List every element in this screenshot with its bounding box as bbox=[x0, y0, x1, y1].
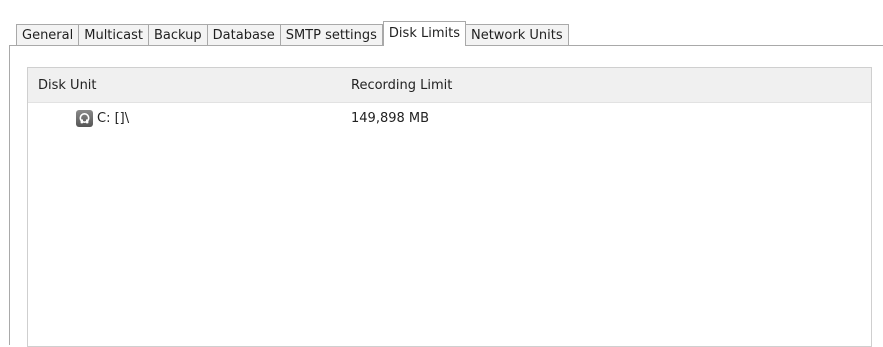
disk-limits-grid: Disk Unit Recording Limit C: []\ 149,898… bbox=[27, 67, 872, 347]
tab-smtp-settings[interactable]: SMTP settings bbox=[280, 24, 383, 46]
recording-limit-cell: 149,898 MB bbox=[351, 110, 430, 126]
column-header-disk-unit[interactable]: Disk Unit bbox=[28, 78, 351, 93]
column-header-recording-limit[interactable]: Recording Limit bbox=[351, 78, 452, 93]
tab-backup[interactable]: Backup bbox=[149, 24, 208, 46]
disk-unit-cell: C: []\ bbox=[28, 109, 351, 127]
tab-network-units[interactable]: Network Units bbox=[465, 24, 569, 46]
table-row[interactable]: C: []\ 149,898 MB bbox=[28, 103, 871, 133]
grid-header: Disk Unit Recording Limit bbox=[28, 68, 871, 103]
disk-unit-label: C: []\ bbox=[97, 110, 130, 126]
tab-multicast[interactable]: Multicast bbox=[79, 24, 149, 46]
disk-drive-icon bbox=[76, 109, 93, 127]
tab-strip: General Multicast Backup Database SMTP s… bbox=[16, 21, 569, 46]
tab-database[interactable]: Database bbox=[207, 24, 281, 46]
tab-disk-limits[interactable]: Disk Limits bbox=[382, 21, 466, 46]
tab-general[interactable]: General bbox=[16, 24, 80, 46]
